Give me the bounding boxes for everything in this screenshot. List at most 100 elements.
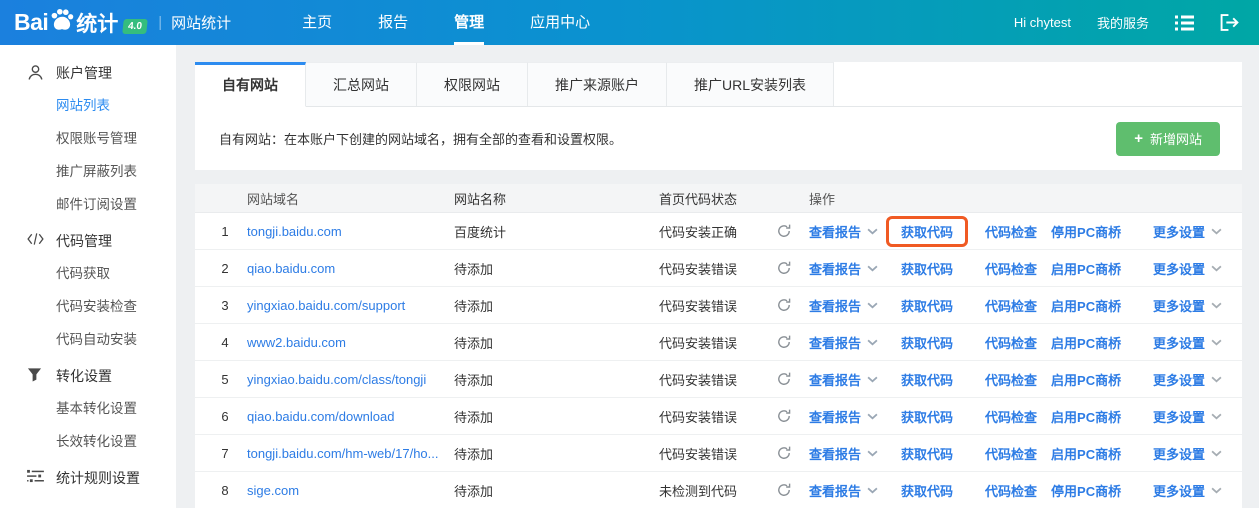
more-settings-link[interactable]: 更多设置 (1153, 333, 1205, 352)
pc-bridge-link[interactable]: 停用PC商桥 (1051, 481, 1121, 500)
view-report-link[interactable]: 查看报告 (809, 407, 861, 426)
more-settings[interactable]: 更多设置 (1153, 296, 1222, 315)
get-code-link[interactable]: 获取代码 (901, 225, 953, 240)
tab-3[interactable]: 推广来源账户 (528, 62, 667, 106)
more-settings-link[interactable]: 更多设置 (1153, 444, 1205, 463)
nav-item-1[interactable]: 报告 (378, 0, 408, 45)
sidebar-section-3[interactable]: 统计规则设置 (0, 461, 176, 494)
get-code-link[interactable]: 获取代码 (901, 373, 953, 388)
domain-link[interactable]: qiao.baidu.com/download (247, 409, 394, 424)
code-check-link[interactable]: 代码检查 (985, 333, 1037, 352)
get-code-link[interactable]: 获取代码 (901, 447, 953, 462)
more-settings-link[interactable]: 更多设置 (1153, 296, 1205, 315)
user-greeting[interactable]: Hi chytest (1014, 15, 1071, 30)
nav-item-2[interactable]: 管理 (454, 0, 484, 45)
sidebar-item-0-1[interactable]: 权限账号管理 (0, 122, 176, 155)
tab-4[interactable]: 推广URL安装列表 (667, 62, 834, 106)
sidebar-section-2[interactable]: 转化设置 (0, 359, 176, 392)
tab-1[interactable]: 汇总网站 (306, 62, 417, 106)
view-report-link[interactable]: 查看报告 (809, 222, 861, 241)
refresh-icon[interactable] (777, 261, 791, 275)
more-settings[interactable]: 更多设置 (1153, 407, 1222, 426)
add-site-button[interactable]: + 新增网站 (1116, 122, 1220, 156)
baidu-tongji-logo[interactable]: Bai 统计 4.0 | 网站统计 (14, 7, 231, 39)
get-code-link[interactable]: 获取代码 (901, 484, 953, 499)
table-row: 5yingxiao.baidu.com/class/tongji待添加代码安装错… (195, 361, 1242, 398)
more-settings[interactable]: 更多设置 (1153, 259, 1222, 278)
code-check-link[interactable]: 代码检查 (985, 259, 1037, 278)
actions-cell: 查看报告 获取代码 代码检查启用PC商桥 更多设置 (805, 327, 1242, 358)
refresh-icon[interactable] (777, 224, 791, 238)
more-settings[interactable]: 更多设置 (1153, 481, 1222, 500)
more-settings-link[interactable]: 更多设置 (1153, 481, 1205, 500)
code-check-link[interactable]: 代码检查 (985, 407, 1037, 426)
view-report-link[interactable]: 查看报告 (809, 333, 861, 352)
my-services-link[interactable]: 我的服务 (1097, 13, 1149, 32)
more-settings-link[interactable]: 更多设置 (1153, 370, 1205, 389)
sidebar-item-0-2[interactable]: 推广屏蔽列表 (0, 155, 176, 188)
code-check-link[interactable]: 代码检查 (985, 296, 1037, 315)
more-settings[interactable]: 更多设置 (1153, 333, 1222, 352)
refresh-icon[interactable] (777, 335, 791, 349)
domain-link[interactable]: tongji.baidu.com (247, 224, 342, 239)
refresh-icon[interactable] (777, 298, 791, 312)
panel-description: 自有网站：在本账户下创建的网站域名，拥有全部的查看和设置权限。 (219, 129, 622, 148)
get-code-link[interactable]: 获取代码 (901, 336, 953, 351)
list-icon[interactable] (1175, 14, 1194, 31)
row-index: 6 (203, 409, 247, 424)
domain-link[interactable]: tongji.baidu.com/hm-web/17/ho... (247, 446, 439, 461)
logout-icon[interactable] (1220, 14, 1239, 31)
more-settings-link[interactable]: 更多设置 (1153, 259, 1205, 278)
pc-bridge-link[interactable]: 停用PC商桥 (1051, 222, 1121, 241)
more-settings[interactable]: 更多设置 (1153, 370, 1222, 389)
refresh-icon[interactable] (777, 372, 791, 386)
view-report-link[interactable]: 查看报告 (809, 481, 861, 500)
sidebar-section-1[interactable]: 代码管理 (0, 224, 176, 257)
code-check-link[interactable]: 代码检查 (985, 370, 1037, 389)
pc-bridge-link[interactable]: 启用PC商桥 (1051, 444, 1121, 463)
refresh-icon[interactable] (777, 483, 791, 497)
pc-bridge-link[interactable]: 启用PC商桥 (1051, 407, 1121, 426)
refresh-icon[interactable] (777, 409, 791, 423)
pc-bridge-link[interactable]: 启用PC商桥 (1051, 296, 1121, 315)
more-settings[interactable]: 更多设置 (1153, 444, 1222, 463)
domain-link[interactable]: yingxiao.baidu.com/class/tongji (247, 372, 426, 387)
domain-link[interactable]: qiao.baidu.com (247, 261, 335, 276)
view-report-link[interactable]: 查看报告 (809, 370, 861, 389)
sidebar-item-1-2[interactable]: 代码自动安装 (0, 323, 176, 356)
nav-item-3[interactable]: 应用中心 (530, 0, 590, 45)
sidebar-section-0[interactable]: 账户管理 (0, 56, 176, 89)
more-settings-link[interactable]: 更多设置 (1153, 222, 1205, 241)
actions-cell: 查看报告 获取代码 代码检查启用PC商桥 更多设置 (805, 290, 1242, 321)
pc-bridge-link[interactable]: 启用PC商桥 (1051, 333, 1121, 352)
nav-item-0[interactable]: 主页 (302, 0, 332, 45)
code-check-link[interactable]: 代码检查 (985, 481, 1037, 500)
pc-bridge-link[interactable]: 启用PC商桥 (1051, 370, 1121, 389)
col-domain: 网站域名 (247, 189, 454, 208)
sidebar-item-2-1[interactable]: 长效转化设置 (0, 425, 176, 458)
chevron-down-icon (1211, 450, 1222, 457)
domain-link[interactable]: sige.com (247, 483, 299, 498)
domain-link[interactable]: www2.baidu.com (247, 335, 346, 350)
sidebar-item-1-1[interactable]: 代码安装检查 (0, 290, 176, 323)
sites-table: 网站域名 网站名称 首页代码状态 操作 1tongji.baidu.com百度统… (195, 184, 1242, 508)
view-report-link[interactable]: 查看报告 (809, 259, 861, 278)
pc-bridge-link[interactable]: 启用PC商桥 (1051, 259, 1121, 278)
tab-0[interactable]: 自有网站 (195, 62, 306, 107)
tab-2[interactable]: 权限网站 (417, 62, 528, 106)
code-check-link[interactable]: 代码检查 (985, 444, 1037, 463)
get-code-link[interactable]: 获取代码 (901, 262, 953, 277)
domain-link[interactable]: yingxiao.baidu.com/support (247, 298, 405, 313)
get-code-link[interactable]: 获取代码 (901, 410, 953, 425)
code-check-link[interactable]: 代码检查 (985, 222, 1037, 241)
more-settings[interactable]: 更多设置 (1153, 222, 1222, 241)
more-settings-link[interactable]: 更多设置 (1153, 407, 1205, 426)
view-report-link[interactable]: 查看报告 (809, 296, 861, 315)
sidebar-item-0-3[interactable]: 邮件订阅设置 (0, 188, 176, 221)
sidebar-item-2-0[interactable]: 基本转化设置 (0, 392, 176, 425)
view-report-link[interactable]: 查看报告 (809, 444, 861, 463)
sidebar-item-1-0[interactable]: 代码获取 (0, 257, 176, 290)
sidebar-item-0-0[interactable]: 网站列表 (0, 89, 176, 122)
get-code-link[interactable]: 获取代码 (901, 299, 953, 314)
refresh-icon[interactable] (777, 446, 791, 460)
